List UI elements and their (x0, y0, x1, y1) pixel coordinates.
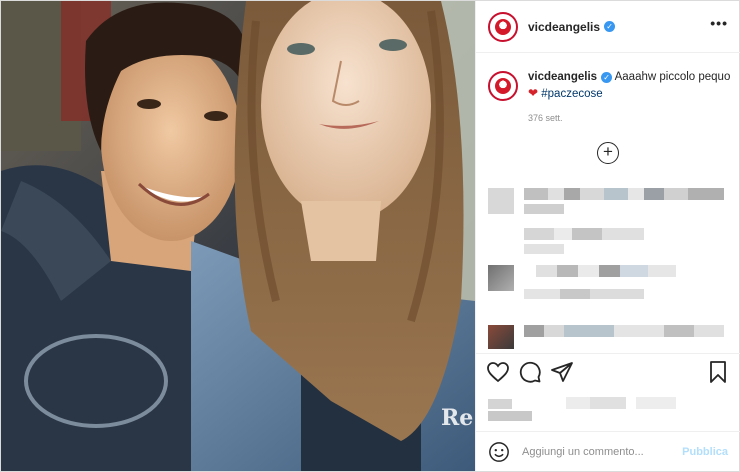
hashtag-link[interactable]: #paczecose (541, 88, 602, 100)
censored-comment (476, 186, 740, 226)
caption-verified-badge-icon: ✓ (601, 72, 613, 83)
censored-comment (476, 226, 740, 266)
verified-badge-icon: ✓ (604, 21, 616, 32)
censored-comment (476, 263, 740, 303)
emoji-icon[interactable] (488, 441, 510, 463)
heart-icon[interactable] (486, 360, 510, 384)
publish-button[interactable]: Pubblica (682, 446, 728, 458)
comment-input[interactable] (522, 445, 683, 458)
caption-body: vicdeangelis ✓ Aaaahw piccolo pequo ❤ #pa… (528, 69, 730, 102)
instagram-post: Re vicdeangelis ✓ ••• vicdeangelis ✓ Aaaa… (0, 0, 740, 472)
caption-text: Aaaahw piccolo pequo (614, 71, 731, 83)
caption-avatar[interactable] (488, 71, 518, 101)
avatar[interactable] (488, 11, 518, 42)
caption-username[interactable]: vicdeangelis (528, 71, 597, 83)
action-bar (476, 353, 740, 387)
more-options-icon[interactable]: ••• (710, 15, 728, 31)
add-comment-bar: Pubblica (476, 431, 740, 471)
comment-icon[interactable] (518, 360, 542, 384)
post-photo[interactable]: Re (1, 1, 475, 471)
heart-emoji: ❤ (528, 86, 539, 100)
post-username[interactable]: vicdeangelis (528, 20, 600, 34)
load-more-comments-button[interactable]: + (597, 142, 619, 164)
post-header: vicdeangelis ✓ ••• (476, 1, 740, 53)
bookmark-icon[interactable] (706, 360, 730, 384)
post-side-panel: vicdeangelis ✓ ••• vicdeangelis ✓ Aaaahw … (475, 1, 740, 471)
caption: vicdeangelis ✓ Aaaahw piccolo pequo ❤ #pa… (488, 69, 734, 102)
selfie-image (1, 1, 475, 471)
paper-plane-icon[interactable] (550, 360, 574, 384)
caption-timestamp: 376 sett. (528, 113, 563, 123)
photo-watermark: Re (441, 405, 474, 431)
censored-likes (476, 397, 740, 421)
